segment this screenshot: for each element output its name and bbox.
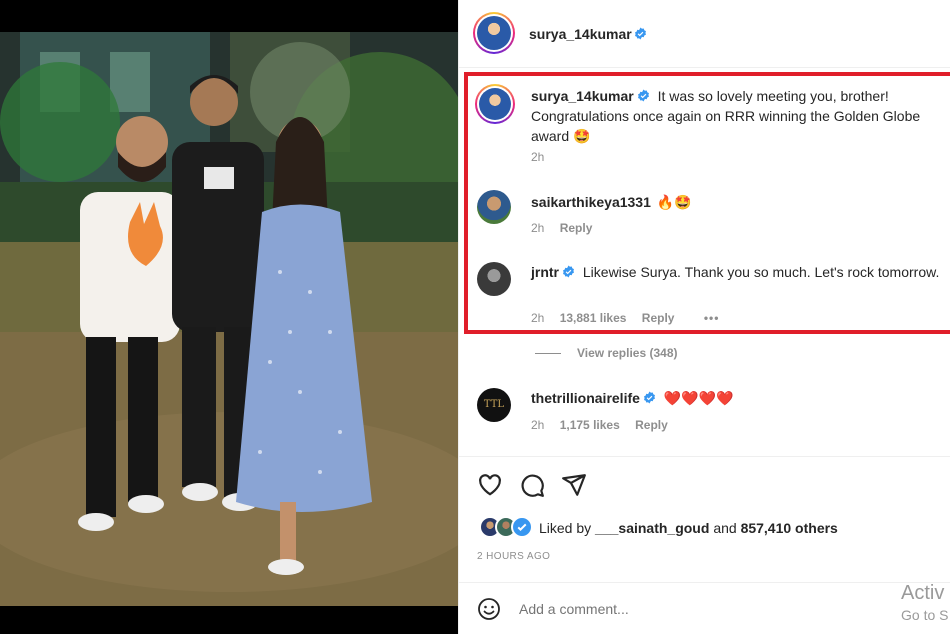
more-options-icon[interactable]: ••• — [704, 311, 720, 325]
watermark-line2: Go to S — [901, 607, 949, 623]
comment-body: saikarthikeya1331 🔥🤩 — [531, 192, 941, 212]
comment-body: jrntr Likewise Surya. Thank you so much.… — [531, 262, 941, 282]
comment-username[interactable]: thetrillionairelife — [531, 390, 640, 406]
post-photo-pane — [0, 0, 458, 634]
view-replies-line — [535, 353, 561, 355]
comment-time: 2h — [531, 221, 545, 235]
comment-likes[interactable]: 1,175 likes — [560, 418, 620, 432]
comment-text: Likewise Surya. Thank you so much. Let's… — [582, 264, 940, 280]
liked-by-joiner: and — [713, 520, 737, 536]
verified-badge-icon — [643, 391, 655, 404]
owner-avatar[interactable] — [473, 12, 515, 54]
comment-avatar[interactable] — [477, 262, 511, 296]
comment-meta: 2h Reply — [531, 221, 604, 235]
comment-meta: 2h 1,175 likes Reply — [531, 418, 680, 432]
comment-text: 🔥🤩 — [656, 194, 692, 210]
share-icon[interactable] — [561, 472, 587, 498]
verified-badge-icon — [563, 265, 574, 278]
liked-by-text: Liked by ___sainath_goud and 857,410 oth… — [539, 520, 838, 536]
comment-text: ❤️❤️❤️❤️ — [663, 390, 734, 406]
comment-icon[interactable] — [519, 472, 545, 498]
post-side-panel: surya_14kumar surya_14kumar It was so lo… — [458, 0, 950, 634]
add-comment-bar — [459, 582, 950, 634]
view-replies-label: View replies (348) — [577, 346, 678, 360]
heart-icon[interactable] — [477, 472, 503, 498]
comment-body: thetrillionairelife ❤️❤️❤️❤️ — [531, 388, 941, 408]
comment-avatar[interactable]: TTL — [477, 388, 511, 422]
reply-button[interactable]: Reply — [635, 418, 668, 432]
comment-time: 2h — [531, 150, 545, 164]
post-photo[interactable] — [0, 32, 458, 606]
actions-divider — [459, 456, 950, 458]
comment-meta: 2h — [531, 150, 556, 164]
comment-likes[interactable]: 13,881 likes — [560, 311, 627, 325]
verified-badge-icon — [517, 523, 527, 532]
comment-avatar[interactable] — [477, 190, 511, 224]
add-comment-input[interactable] — [519, 601, 819, 617]
comment-username[interactable]: surya_14kumar — [531, 88, 634, 104]
smiley-icon[interactable] — [477, 597, 501, 621]
post-timestamp[interactable]: 2 HOURS AGO — [477, 551, 550, 562]
reply-button[interactable]: Reply — [642, 311, 675, 325]
watermark-line1: Activ — [901, 582, 945, 604]
liked-by-prefix: Liked by — [539, 520, 592, 536]
comment-body: surya_14kumar It was so lovely meeting y… — [531, 86, 941, 146]
comment-avatar[interactable] — [475, 84, 515, 124]
verified-badge-icon — [635, 27, 646, 40]
comment-meta: 2h 13,881 likes Reply ••• — [531, 311, 731, 325]
view-replies-button[interactable]: View replies (348) — [535, 346, 678, 360]
activation-watermark: Activ Go to S — [901, 582, 948, 626]
reply-button[interactable]: Reply — [560, 221, 593, 235]
comment-username[interactable]: jrntr — [531, 264, 559, 280]
comment-time: 2h — [531, 418, 545, 432]
comment-time: 2h — [531, 311, 545, 325]
liked-by-user[interactable]: ___sainath_goud — [595, 520, 709, 536]
post-header: surya_14kumar — [459, 0, 950, 68]
liker-avatar — [511, 516, 533, 538]
owner-username[interactable]: surya_14kumar — [529, 26, 632, 42]
liked-by-others[interactable]: 857,410 others — [741, 520, 838, 536]
comment-username[interactable]: saikarthikeya1331 — [531, 194, 651, 210]
verified-badge-icon — [637, 89, 649, 102]
